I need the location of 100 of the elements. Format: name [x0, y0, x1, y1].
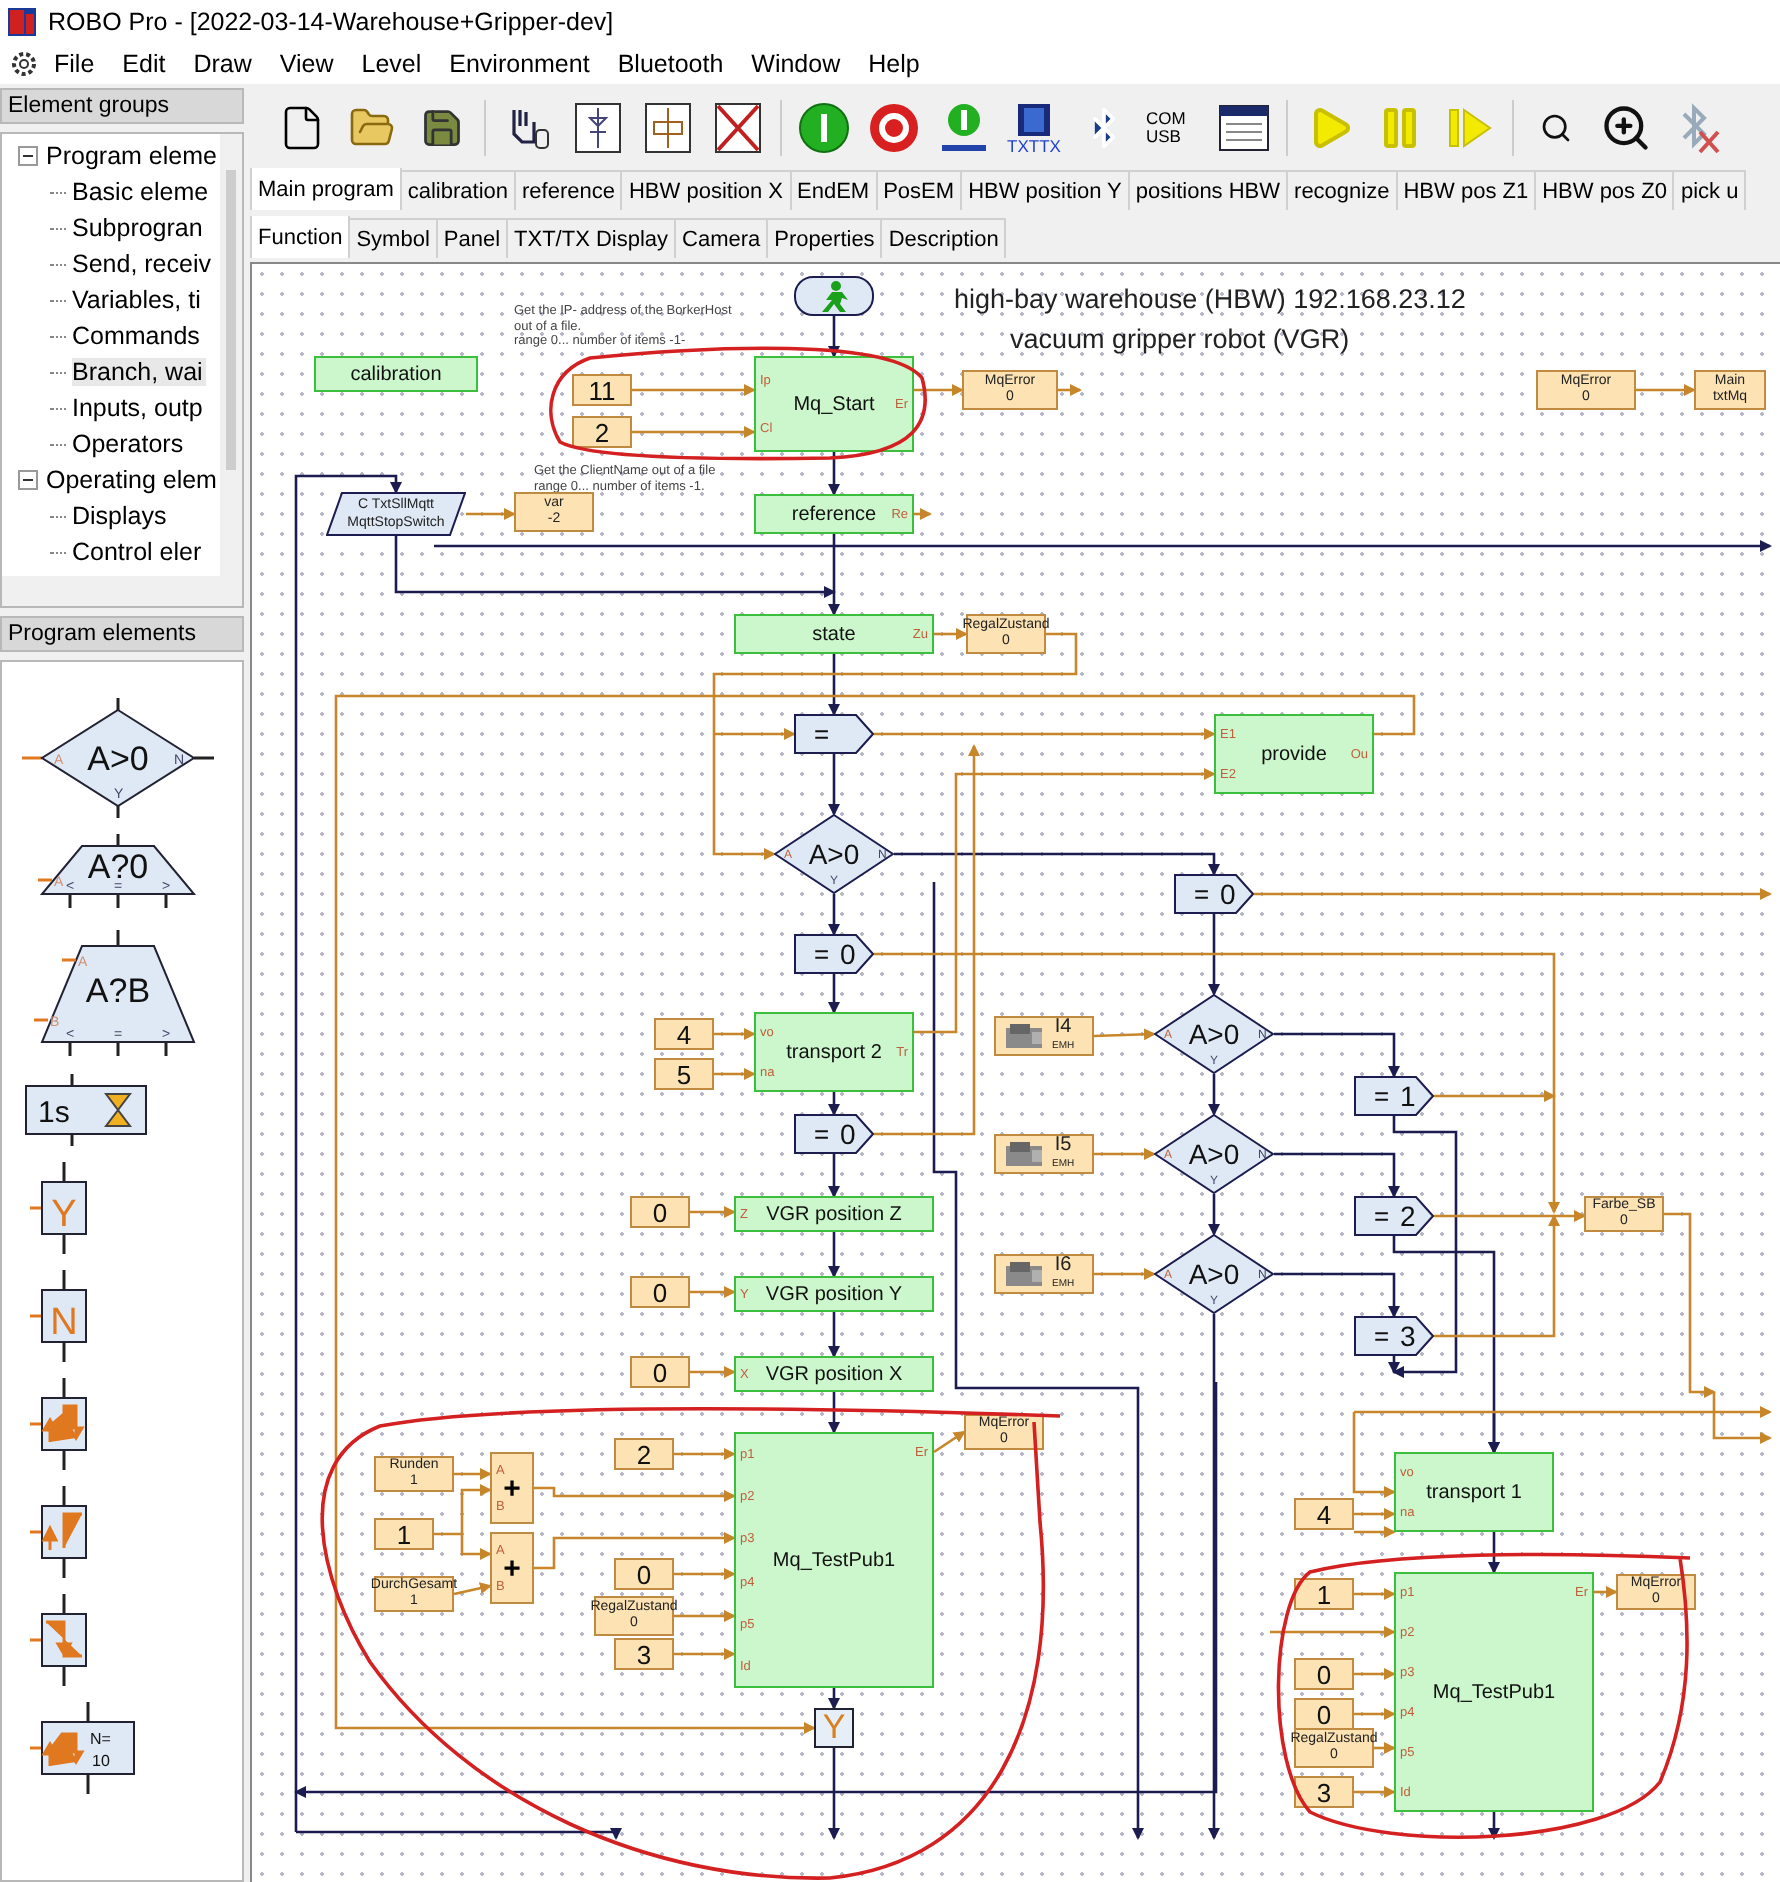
tree-item[interactable]: Operators	[72, 430, 188, 458]
diagram-title: high-bay warehouse (HBW) 192.168.23.12	[954, 284, 1466, 314]
diagram-title: vacuum gripper robot (VGR)	[1010, 324, 1350, 354]
tree-item[interactable]: Variables, ti	[72, 286, 205, 314]
sensor-label: I4	[1054, 1018, 1072, 1038]
branch-block: = 0	[794, 1114, 874, 1154]
gear-icon[interactable]	[8, 48, 40, 80]
port-label: COM	[1146, 110, 1186, 128]
tab[interactable]: Function	[250, 216, 351, 258]
collapse-toggle-icon[interactable]	[18, 470, 38, 490]
sensor-label: I6	[1054, 1256, 1072, 1276]
block-label: transport 2	[786, 1041, 882, 1063]
constant-block: 3	[614, 1638, 674, 1670]
panel-header: Program elements	[0, 616, 244, 652]
constant-block: 11	[572, 374, 632, 406]
connector-line	[914, 508, 932, 520]
delete-flowchart-icon[interactable]	[712, 102, 764, 154]
menu-item[interactable]: Level	[347, 50, 436, 78]
menu-item[interactable]: File	[40, 50, 109, 78]
start-icon[interactable]	[796, 100, 852, 156]
branch-block: = 2	[1354, 1196, 1434, 1236]
branch-block: = 3	[1354, 1316, 1434, 1356]
branch-block: = 0	[1174, 874, 1254, 914]
edge-element[interactable]	[30, 1594, 87, 1686]
constant-block: 3	[1294, 1776, 1354, 1808]
connector-line	[828, 452, 840, 496]
zoom-icon[interactable]	[1600, 102, 1652, 154]
block-label: state	[812, 623, 856, 645]
flag-block: Y	[814, 1708, 854, 1748]
start-block	[794, 276, 874, 316]
tree-group-label[interactable]: Operating elem	[46, 466, 221, 494]
flowchart-icon[interactable]	[642, 102, 694, 154]
tree-item[interactable]: Inputs, outp	[72, 394, 207, 422]
interface-label: TXTTX	[1007, 137, 1061, 155]
constant-block: 0	[630, 1356, 690, 1388]
menu-item[interactable]: Bluetooth	[603, 50, 738, 78]
connector-line	[466, 508, 516, 520]
tree-group-label[interactable]: Program eleme	[46, 142, 221, 170]
block-label: reference	[791, 503, 877, 525]
push-button-icon	[1002, 1140, 1046, 1168]
constant-block: 4	[1294, 1498, 1354, 1530]
tab[interactable]: pick u	[1672, 170, 1747, 210]
tree-item[interactable]: Control eler	[72, 538, 206, 566]
tree-item[interactable]: Displays	[72, 502, 171, 530]
constant-block: 0	[1294, 1698, 1354, 1730]
port-label: USB	[1146, 128, 1181, 146]
block-label: VGR position X	[765, 1363, 903, 1385]
block-label: calibration	[350, 363, 442, 385]
constant-block: 2	[614, 1438, 674, 1470]
connector-line	[1374, 1742, 1396, 1754]
flowchart-icon[interactable]	[572, 102, 624, 154]
branch-block: = 1	[1354, 1076, 1434, 1116]
connector-line	[632, 384, 756, 396]
controller-icon[interactable]	[1014, 101, 1054, 137]
tree-item[interactable]: Commands	[72, 322, 204, 350]
panel-header: Element groups	[0, 88, 244, 124]
edge-element[interactable]	[30, 1486, 87, 1578]
constant-block: 1	[374, 1518, 434, 1550]
window-title: ROBO Pro - [2022-03-14-Warehouse+Gripper-dev]	[48, 8, 614, 36]
tree-item[interactable]: Branch, wai	[72, 358, 207, 386]
menu-item[interactable]: View	[265, 50, 348, 78]
constant-block: 0	[1294, 1658, 1354, 1690]
tree-item[interactable]: Basic eleme	[72, 178, 213, 206]
edge-element[interactable]	[30, 1378, 87, 1470]
block-label: provide	[1261, 743, 1327, 765]
search-icon[interactable]	[1540, 112, 1572, 144]
branch-block: = 0	[794, 934, 874, 974]
tree-item[interactable]: Send, receiv	[72, 250, 215, 278]
online-icon[interactable]	[936, 100, 992, 156]
connector-line	[632, 426, 756, 438]
branch-block: =	[794, 714, 874, 754]
connector-line	[1594, 1586, 1618, 1598]
constant-block: 0	[630, 1196, 690, 1228]
menu-item[interactable]: Help	[854, 50, 934, 78]
app-logo-icon	[8, 8, 36, 36]
menu-item[interactable]: Window	[737, 50, 855, 78]
constant-block: 5	[654, 1058, 714, 1090]
operator-symbol: +	[503, 1471, 521, 1505]
window-icon[interactable]	[1218, 102, 1270, 154]
constant-block: 4	[654, 1018, 714, 1050]
menu-item[interactable]: Edit	[108, 50, 180, 78]
operator-symbol: +	[503, 1551, 521, 1585]
tree-item[interactable]: Subprogran	[72, 214, 207, 242]
menu-item[interactable]: Environment	[435, 50, 604, 78]
connector-line	[914, 384, 964, 396]
collapse-toggle-icon[interactable]	[18, 146, 38, 166]
block-label: Mq_Start	[793, 393, 875, 415]
save-icon[interactable]	[420, 106, 464, 150]
menu-item[interactable]: Draw	[179, 50, 266, 78]
block-label: VGR position Y	[765, 1283, 903, 1305]
tab[interactable]: Description	[880, 218, 1007, 258]
connector-line	[828, 316, 840, 358]
connector-line	[1636, 384, 1696, 396]
push-button-icon	[1002, 1022, 1046, 1050]
block-label: Mq_TestPub1	[772, 1549, 896, 1571]
block-label: transport 1	[1426, 1481, 1522, 1503]
constant-block: 0	[614, 1558, 674, 1590]
stop-icon[interactable]	[866, 100, 922, 156]
block-label: Mq_TestPub1	[1432, 1681, 1556, 1703]
tab[interactable]: Main program	[250, 168, 402, 210]
